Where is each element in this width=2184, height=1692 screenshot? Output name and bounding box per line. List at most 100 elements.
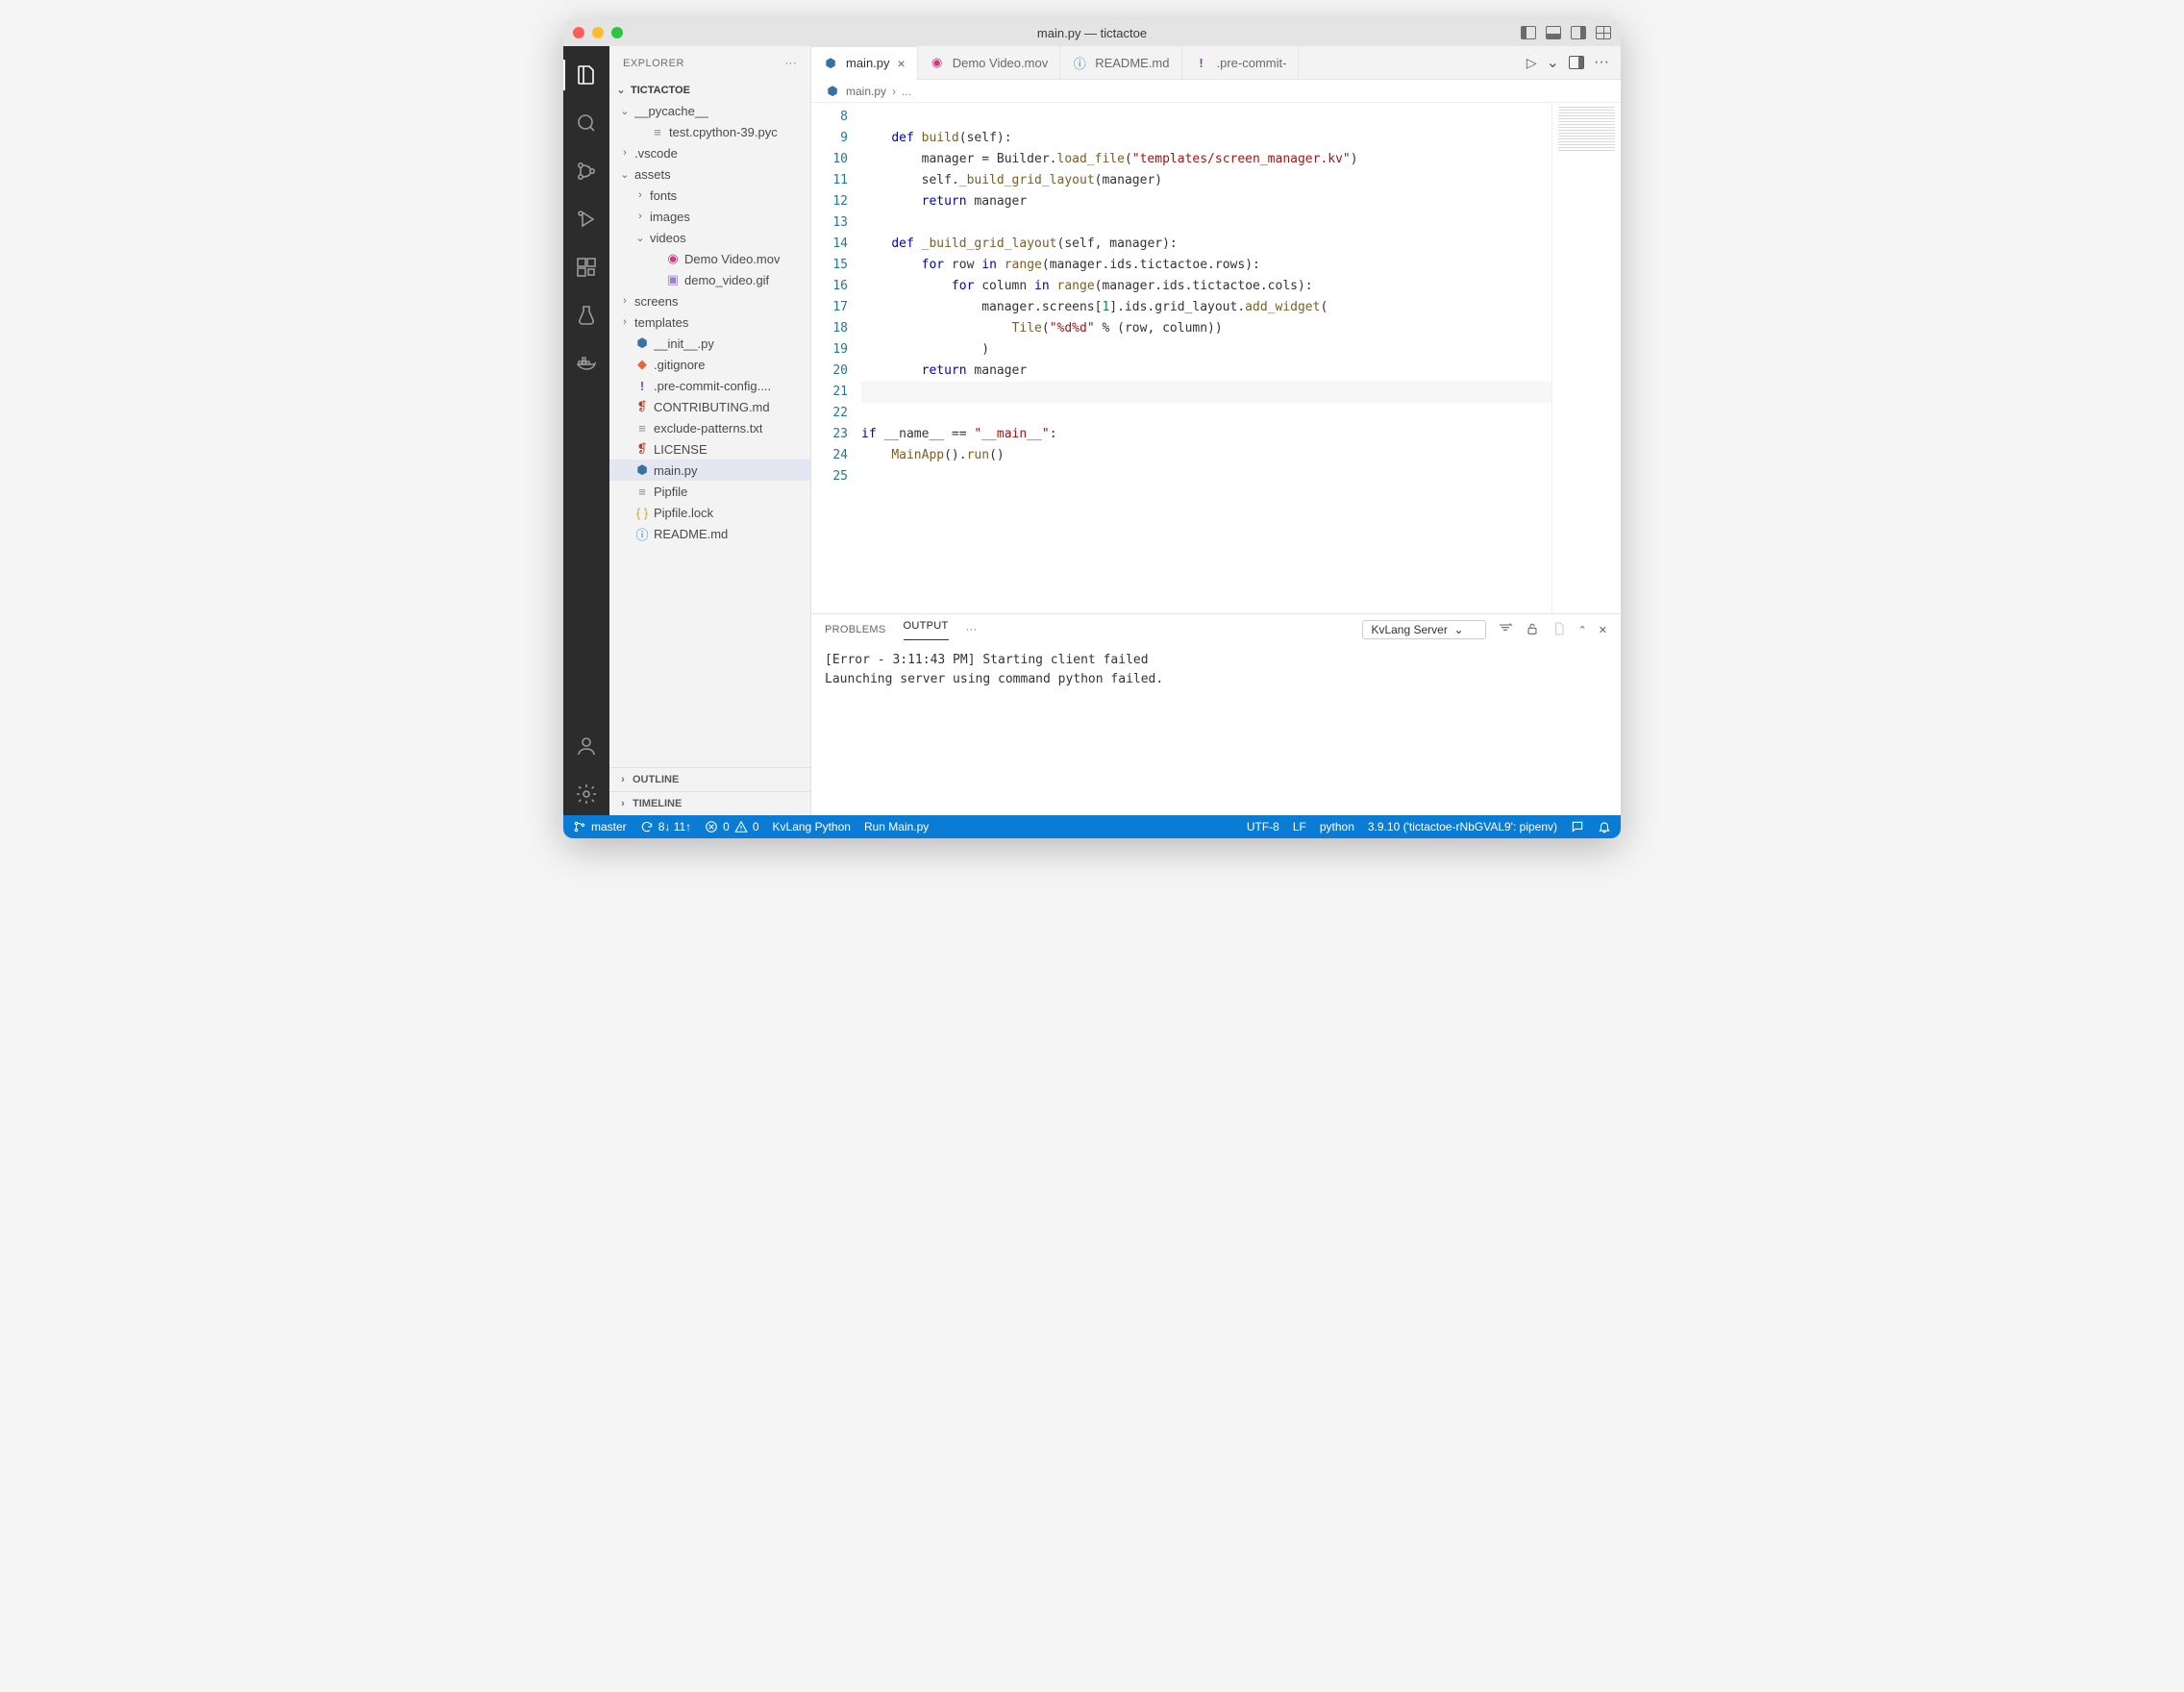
outline-section[interactable]: › OUTLINE: [609, 767, 810, 791]
json-icon: { }: [634, 506, 650, 520]
status-lang[interactable]: python: [1320, 820, 1354, 834]
editor-more-icon[interactable]: ···: [1594, 54, 1609, 71]
tree-file[interactable]: ⬢__init__.py: [609, 333, 810, 354]
activity-testing[interactable]: [563, 294, 609, 336]
layout-bottom-icon[interactable]: [1546, 26, 1561, 39]
minimap[interactable]: [1551, 103, 1621, 613]
status-feedback-icon[interactable]: [1571, 820, 1584, 834]
status-sync[interactable]: 8↓ 11↑: [640, 820, 691, 834]
git-icon: ◆: [634, 357, 650, 372]
breadcrumb-file: main.py: [846, 85, 886, 98]
timeline-section[interactable]: › TIMELINE: [609, 791, 810, 815]
license-icon: ❡: [634, 441, 650, 457]
status-bell-icon[interactable]: [1598, 820, 1611, 834]
tree-label: demo_video.gif: [684, 273, 769, 287]
panel-chevron-up-icon[interactable]: ⌃: [1578, 624, 1587, 636]
tab-label: .pre-commit-: [1217, 56, 1287, 70]
tree-file[interactable]: !.pre-commit-config....: [609, 375, 810, 396]
status-interpreter[interactable]: 3.9.10 ('tictactoe-rNbGVAL9': pipenv): [1368, 820, 1557, 834]
tree-file[interactable]: ◆ .gitignore: [609, 354, 810, 375]
tree-folder[interactable]: ⌄__pycache__: [609, 100, 810, 121]
status-encoding[interactable]: UTF-8: [1247, 820, 1279, 834]
status-problems[interactable]: 0 0: [705, 820, 758, 834]
tree-label: assets: [634, 167, 671, 182]
tree-file[interactable]: ❡ CONTRIBUTING.md: [609, 396, 810, 417]
status-bar: master 8↓ 11↑ 0 0 KvLang Python Run Main…: [563, 815, 1621, 838]
tree-file[interactable]: { }Pipfile.lock: [609, 502, 810, 523]
editor-tab[interactable]: ◉Demo Video.mov: [918, 46, 1060, 80]
status-eol[interactable]: LF: [1293, 820, 1306, 834]
status-kvlang[interactable]: KvLang Python: [773, 820, 851, 834]
tree-label: .gitignore: [654, 358, 705, 372]
editor-tab[interactable]: !.pre-commit-: [1182, 46, 1300, 80]
tree-file[interactable]: ≡test.cpython-39.pyc: [609, 121, 810, 142]
tree-file[interactable]: ◉Demo Video.mov: [609, 248, 810, 269]
project-root[interactable]: ⌄ TICTACTOE: [609, 80, 810, 100]
explorer-header: EXPLORER ···: [609, 46, 810, 80]
file-tree: ⌄__pycache__≡test.cpython-39.pyc›.vscode…: [609, 100, 810, 767]
activity-run-debug[interactable]: [563, 198, 609, 240]
activity-search[interactable]: [563, 102, 609, 144]
code-area: 8910111213141516171819202122232425 ​ def…: [811, 103, 1621, 613]
layout-right-icon[interactable]: [1571, 26, 1586, 39]
breadcrumb-more: ...: [902, 85, 911, 98]
panel-close-icon[interactable]: ✕: [1599, 624, 1607, 636]
tree-folder[interactable]: ›templates: [609, 311, 810, 333]
status-run[interactable]: Run Main.py: [864, 820, 929, 834]
editor-tab[interactable]: ⬢main.py×: [811, 46, 918, 80]
tab-label: main.py: [846, 56, 890, 70]
code-editor[interactable]: ​ def build(self): manager = Builder.loa…: [857, 103, 1551, 613]
panel-tab-problems[interactable]: PROBLEMS: [825, 624, 886, 635]
activity-accounts[interactable]: [563, 725, 609, 767]
open-log-icon[interactable]: [1551, 621, 1567, 639]
panel-tab-more[interactable]: ···: [966, 624, 978, 635]
split-editor-icon[interactable]: [1569, 56, 1584, 69]
tree-folder[interactable]: ›images: [609, 206, 810, 227]
breadcrumbs[interactable]: ⬢ main.py › ...: [811, 80, 1621, 103]
output-body[interactable]: [Error - 3:11:43 PM] Starting client fai…: [811, 645, 1621, 815]
activity-settings[interactable]: [563, 773, 609, 815]
chevron-right-icon: ›: [617, 774, 629, 785]
yaml-icon: !: [634, 379, 650, 393]
tree-file[interactable]: ⬢main.py: [609, 460, 810, 481]
clear-output-icon[interactable]: [1498, 621, 1513, 639]
tree-folder[interactable]: ⌄videos: [609, 227, 810, 248]
tree-label: CONTRIBUTING.md: [654, 400, 770, 414]
explorer-more-icon[interactable]: ···: [785, 58, 798, 69]
minimap-preview: [1558, 107, 1615, 151]
tree-folder[interactable]: ›.vscode: [609, 142, 810, 163]
tree-file[interactable]: ▣demo_video.gif: [609, 269, 810, 290]
tree-file[interactable]: ⓘREADME.md: [609, 523, 810, 544]
activity-docker[interactable]: [563, 342, 609, 385]
activity-source-control[interactable]: [563, 150, 609, 192]
python-icon: ⬢: [825, 84, 840, 99]
layout-left-icon[interactable]: [1521, 26, 1536, 39]
tab-label: README.md: [1095, 56, 1169, 70]
status-branch[interactable]: master: [573, 820, 627, 834]
tree-file[interactable]: ❡ LICENSE: [609, 438, 810, 460]
editor-tab[interactable]: ⓘREADME.md: [1060, 46, 1181, 80]
output-channel-select[interactable]: KvLang Server ⌄: [1362, 620, 1485, 639]
tree-label: LICENSE: [654, 442, 707, 457]
tree-label: .vscode: [634, 146, 678, 161]
tree-label: images: [650, 210, 690, 224]
titlebar: main.py — tictactoe: [563, 19, 1621, 46]
tree-label: __pycache__: [634, 104, 708, 118]
file-icon: ≡: [650, 125, 665, 139]
activity-extensions[interactable]: [563, 246, 609, 288]
ribbon-icon: ❡: [634, 399, 650, 414]
tree-file[interactable]: ≡exclude-patterns.txt: [609, 417, 810, 438]
close-icon[interactable]: ×: [898, 56, 906, 71]
tree-folder[interactable]: ›screens: [609, 290, 810, 311]
tree-folder[interactable]: ›fonts: [609, 185, 810, 206]
layout-grid-icon[interactable]: [1596, 26, 1611, 39]
lock-scroll-icon[interactable]: [1525, 621, 1540, 639]
panel-tab-output[interactable]: OUTPUT: [904, 620, 949, 640]
tab-label: Demo Video.mov: [953, 56, 1048, 70]
tree-file[interactable]: ≡Pipfile: [609, 481, 810, 502]
activity-explorer[interactable]: [563, 54, 609, 96]
run-dropdown-icon[interactable]: ⌄: [1547, 53, 1559, 72]
tree-folder[interactable]: ⌄assets: [609, 163, 810, 185]
run-button-icon[interactable]: ▷: [1526, 55, 1537, 71]
chevron-down-icon: ⌄: [634, 232, 646, 244]
